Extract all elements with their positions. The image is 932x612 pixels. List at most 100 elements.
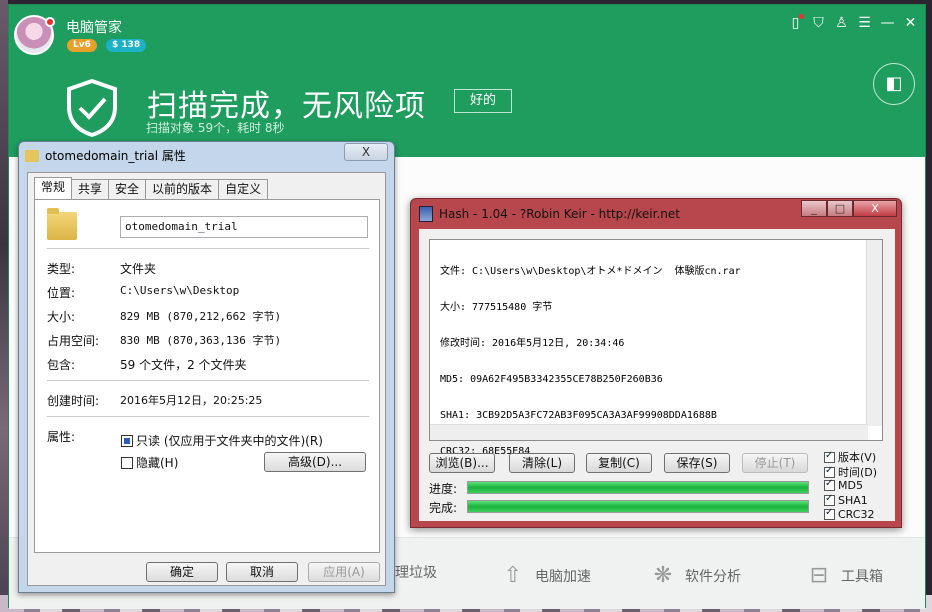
version-checkbox[interactable]: 版本(V) — [824, 449, 876, 465]
nav-toolbox[interactable]: ⊟ 工具箱 — [805, 562, 883, 590]
tab-security[interactable]: 安全 — [108, 179, 147, 199]
option-label: MD5 — [838, 479, 863, 492]
prop-key: 大小: — [47, 310, 76, 324]
progress-label: 进度: — [429, 482, 458, 496]
option-label: 时间(D) — [838, 466, 878, 479]
checkbox-box — [824, 493, 835, 506]
hash-content: 文件: C:\Users\w\Desktop\オトメ*ドメイン 体験版cn.ra… — [419, 229, 895, 521]
ok-button[interactable]: 好的 — [454, 89, 512, 113]
cancel-button[interactable]: 取消 — [226, 562, 298, 582]
analysis-icon: ❋ — [653, 563, 673, 588]
maximize-icon[interactable]: □ — [827, 200, 853, 217]
hash-title-text: Hash - 1.04 - ?Robin Keir - http://keir.… — [439, 207, 680, 221]
folder-icon — [25, 149, 39, 162]
checkbox-box — [824, 450, 835, 463]
prop-value: 文件夹 — [120, 262, 157, 276]
app-title: 电脑管家 — [66, 20, 122, 36]
nav-software[interactable]: ❋ 软件分析 — [649, 562, 741, 590]
nav-speedup[interactable]: ⇧ 电脑加速 — [499, 562, 591, 590]
folder-icon — [47, 208, 77, 240]
phone-icon[interactable]: ▯ — [787, 14, 804, 32]
checkbox-box — [824, 465, 835, 478]
hidden-label: 隐藏(H) — [136, 456, 179, 470]
sha1-checkbox[interactable]: SHA1 — [824, 493, 868, 507]
prop-key: 位置: — [47, 286, 76, 300]
minimize-icon[interactable]: _ — [801, 200, 827, 217]
advanced-button[interactable]: 高级(D)... — [264, 452, 366, 472]
prop-value: 2016年5月12日，20:25:25 — [120, 394, 263, 407]
prop-value: 830 MB (870,363,136 字节) — [120, 334, 282, 347]
prop-key: 属性: — [47, 430, 76, 444]
folder-name-input[interactable]: otomedomain_trial — [120, 216, 368, 238]
clear-button[interactable]: 清除(L) — [509, 453, 575, 473]
notification-dot — [45, 17, 55, 27]
minimize-icon[interactable]: — — [879, 14, 896, 32]
complete-fill — [468, 501, 808, 512]
progress-bar — [467, 481, 809, 494]
divider — [47, 248, 369, 249]
tab-bar: 常规 共享 安全 以前的版本 自定义 — [34, 177, 269, 199]
general-panel: otomedomain_trial 类型: 文件夹 位置: C:\Users\w… — [34, 199, 380, 553]
nav-label: 软件分析 — [685, 569, 741, 585]
menu-icon[interactable]: ☰ — [856, 14, 873, 32]
app-icon — [419, 206, 433, 222]
dialog-title-text: otomedomain_trial 属性 — [45, 149, 186, 163]
readonly-checkbox[interactable]: 只读 (仅应用于文件夹中的文件)(R) — [121, 432, 323, 449]
browse-button[interactable]: 浏览(B)... — [429, 453, 495, 473]
window-controls: ▯ ⛉ ♙ ☰ — ✕ — [787, 14, 919, 32]
prop-value: 829 MB (870,212,662 字节) — [120, 310, 282, 323]
option-label: CRC32 — [838, 508, 875, 521]
properties-dialog: otomedomain_trial 属性 X 常规 共享 安全 以前的版本 自定… — [18, 141, 395, 593]
nav-label: 工具箱 — [841, 569, 883, 585]
complete-label: 完成: — [429, 501, 458, 515]
crc32-checkbox[interactable]: CRC32 — [824, 507, 875, 521]
vertical-scrollbar[interactable] — [866, 240, 882, 426]
coins-badge[interactable]: $ 138 — [106, 39, 147, 52]
rocket-icon: ⇧ — [503, 563, 523, 588]
tab-previous-versions[interactable]: 以前的版本 — [145, 179, 220, 199]
tab-sharing[interactable]: 共享 — [71, 179, 110, 199]
hash-output[interactable]: 文件: C:\Users\w\Desktop\オトメ*ドメイン 体験版cn.ra… — [429, 239, 883, 457]
apply-button[interactable]: 应用(A) — [308, 562, 380, 582]
checkbox-box — [121, 434, 133, 447]
option-label: SHA1 — [838, 494, 868, 507]
complete-bar — [467, 500, 809, 513]
checkbox-box — [824, 507, 835, 520]
scan-summary: 扫描对象 59个，耗时 8秒 — [146, 121, 285, 135]
prop-value: C:\Users\w\Desktop — [120, 284, 240, 297]
progress-fill — [468, 482, 808, 493]
ok-button[interactable]: 确定 — [146, 562, 218, 582]
level-badge[interactable]: Lv6 — [67, 39, 97, 52]
manager-header: 电脑管家 Lv6 $ 138 ▯ ⛉ ♙ ☰ — ✕ 扫描完成，无风险项 好的 … — [9, 5, 925, 157]
dialog-title: otomedomain_trial 属性 — [25, 147, 186, 164]
horizontal-scrollbar[interactable] — [430, 424, 868, 440]
tab-customize[interactable]: 自定义 — [218, 179, 269, 199]
desktop-background — [0, 0, 8, 612]
md5-checkbox[interactable]: MD5 — [824, 478, 863, 492]
shirt-icon[interactable]: ♙ — [833, 14, 850, 32]
hidden-checkbox[interactable]: 隐藏(H) — [121, 454, 178, 471]
hash-line: SHA1: 3CB92D5A3FC72AB3F095CA3A3AF99908DD… — [440, 410, 717, 421]
divider — [47, 416, 369, 417]
shield-icon[interactable]: ⛉ — [810, 14, 827, 32]
hash-output-lines: 文件: C:\Users\w\Desktop\オトメ*ドメイン 体験版cn.ra… — [440, 242, 741, 482]
close-icon[interactable]: ✕ — [902, 14, 919, 32]
prop-key: 占用空间: — [47, 334, 100, 348]
save-button[interactable]: 保存(S) — [664, 453, 730, 473]
dialog-content: 常规 共享 安全 以前的版本 自定义 otomedomain_trial 类型:… — [27, 172, 386, 586]
divider — [47, 380, 369, 381]
nav-label: 电脑加速 — [535, 569, 591, 585]
tab-general[interactable]: 常规 — [34, 177, 73, 199]
side-panel-icon[interactable]: ◧ — [873, 63, 915, 105]
copy-button[interactable]: 复制(C) — [586, 453, 652, 473]
close-button[interactable]: X — [344, 143, 388, 161]
toolbox-icon: ⊟ — [809, 563, 829, 588]
close-icon[interactable]: X — [853, 200, 897, 217]
readonly-label: 只读 (仅应用于文件夹中的文件)(R) — [136, 434, 323, 448]
window-buttons: _ □ X — [801, 200, 897, 217]
hash-line: 文件: C:\Users\w\Desktop\オトメ*ドメイン 体験版cn.ra… — [440, 266, 741, 277]
checkbox-box — [121, 456, 133, 469]
stop-button[interactable]: 停止(T) — [742, 453, 808, 473]
hash-line: 修改时间: 2016年5月12日, 20:34:46 — [440, 338, 625, 349]
prop-key: 包含: — [47, 358, 76, 372]
